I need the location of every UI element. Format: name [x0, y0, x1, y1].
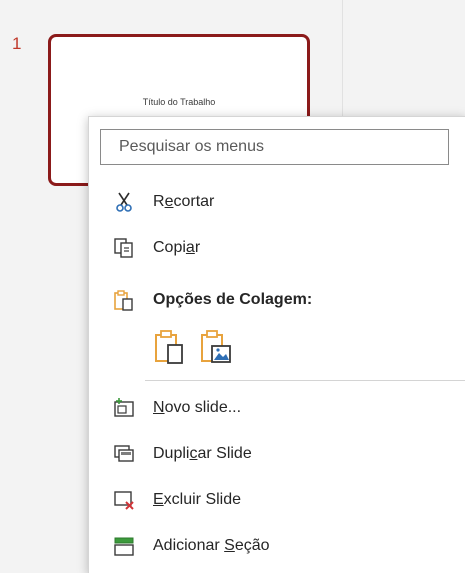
copy-icon: [113, 237, 135, 259]
paste-use-destination-theme-icon[interactable]: [153, 329, 187, 367]
delete-slide-icon: [113, 489, 135, 511]
menu-item-duplicate-slide[interactable]: Duplicar Slide: [89, 435, 465, 473]
menu-item-label: Duplicar Slide: [153, 445, 252, 462]
new-slide-icon: [113, 397, 135, 419]
menu-item-label: Recortar: [153, 193, 215, 210]
menu-item-label: Copiar: [153, 239, 201, 256]
menu-separator: [145, 380, 465, 381]
menu-item-copy[interactable]: Copiar: [89, 229, 465, 267]
section-icon: [113, 535, 135, 557]
menu-item-label: Novo slide...: [153, 399, 242, 416]
menu-item-label: Excluir Slide: [153, 491, 242, 508]
duplicate-slide-icon: [113, 443, 135, 465]
powerpoint-slides-pane: 1 Título do Trabalho Recortar: [0, 0, 465, 573]
menu-item-cut[interactable]: Recortar: [89, 183, 465, 221]
context-menu: Recortar Copiar: [88, 116, 465, 573]
menu-item-delete-slide[interactable]: Excluir Slide: [89, 481, 465, 519]
menu-item-add-section[interactable]: Adicionar Seção: [89, 527, 465, 565]
scissors-icon: [113, 191, 135, 213]
paste-as-picture-icon[interactable]: [199, 329, 233, 367]
paste-icon: [113, 289, 135, 311]
menu-section-paste-options: Opções de Colagem:: [89, 281, 465, 319]
search-menus-input[interactable]: [100, 129, 449, 165]
paste-options-row: [153, 329, 233, 371]
slide-thumbnail-title: Título do Trabalho: [142, 97, 216, 107]
menu-item-label: Adicionar Seção: [153, 537, 270, 554]
slide-number: 1: [12, 34, 22, 53]
menu-item-new-slide[interactable]: Novo slide...: [89, 389, 465, 427]
paste-options-label: Opções de Colagem:: [153, 291, 313, 308]
